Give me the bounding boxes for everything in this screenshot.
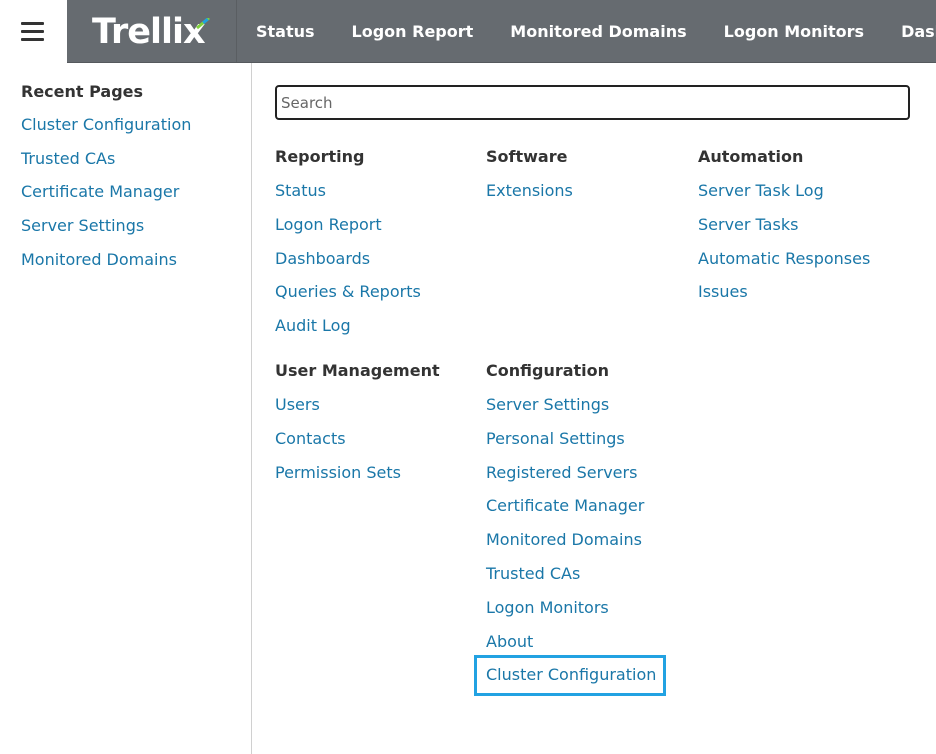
logo-text: Trellix [92, 12, 206, 52]
group-title-reporting: Reporting [275, 147, 365, 166]
menu-link-monitored-domains[interactable]: Monitored Domains [486, 530, 656, 564]
nav-item-logon-monitors[interactable]: Logon Monitors [724, 0, 864, 62]
search-input[interactable] [275, 85, 910, 120]
focus-highlight [474, 655, 666, 696]
recent-link-certificate-manager[interactable]: Certificate Manager [21, 182, 191, 216]
group-title-user-management: User Management [275, 361, 440, 380]
recent-link-server-settings[interactable]: Server Settings [21, 216, 191, 250]
menu-link-queries-reports[interactable]: Queries & Reports [275, 282, 421, 316]
menu-link-certificate-manager[interactable]: Certificate Manager [486, 496, 656, 530]
top-navigation-bar: Trellix Status Logon Report Monitored Do… [67, 0, 936, 63]
menu-link-users[interactable]: Users [275, 395, 440, 429]
group-title-automation: Automation [698, 147, 804, 166]
recent-link-cluster-configuration[interactable]: Cluster Configuration [21, 115, 191, 149]
header-divider [236, 0, 237, 62]
menu-link-logon-monitors[interactable]: Logon Monitors [486, 598, 656, 632]
menu-link-status[interactable]: Status [275, 181, 421, 215]
menu-group-configuration: Configuration Server Settings Personal S… [486, 361, 656, 699]
menu-link-trusted-cas[interactable]: Trusted CAs [486, 564, 656, 598]
group-title-software: Software [486, 147, 568, 166]
recent-pages-heading: Recent Pages [21, 82, 144, 101]
menu-link-issues[interactable]: Issues [698, 282, 870, 316]
group-title-configuration: Configuration [486, 361, 610, 380]
recent-pages-sidebar: Recent Pages Cluster Configuration Trust… [0, 63, 252, 754]
menu-link-registered-servers[interactable]: Registered Servers [486, 463, 656, 497]
nav-item-status[interactable]: Status [256, 0, 315, 62]
nav-item-monitored-domains[interactable]: Monitored Domains [510, 0, 686, 62]
recent-link-monitored-domains[interactable]: Monitored Domains [21, 250, 191, 284]
recent-pages-list: Cluster Configuration Trusted CAs Certif… [21, 115, 191, 283]
top-nav: Status Logon Report Monitored Domains Lo… [256, 0, 936, 62]
menu-link-personal-settings[interactable]: Personal Settings [486, 429, 656, 463]
nav-item-dashboards[interactable]: Dashboards [901, 0, 936, 62]
menu-link-server-tasks[interactable]: Server Tasks [698, 215, 870, 249]
menu-link-server-task-log[interactable]: Server Task Log [698, 181, 870, 215]
hamburger-menu-icon[interactable] [0, 0, 67, 63]
recent-link-trusted-cas[interactable]: Trusted CAs [21, 149, 191, 183]
nav-item-logon-report[interactable]: Logon Report [352, 0, 474, 62]
menu-link-logon-report[interactable]: Logon Report [275, 215, 421, 249]
trellix-logo[interactable]: Trellix [67, 0, 237, 62]
menu-group-automation: Automation Server Task Log Server Tasks … [698, 147, 870, 316]
menu-group-user-management: User Management Users Contacts Permissio… [275, 361, 440, 496]
menu-link-permission-sets[interactable]: Permission Sets [275, 463, 440, 497]
menu-link-extensions[interactable]: Extensions [486, 181, 573, 215]
menu-link-contacts[interactable]: Contacts [275, 429, 440, 463]
logo-mark-icon [196, 18, 210, 30]
menu-link-automatic-responses[interactable]: Automatic Responses [698, 249, 870, 283]
menu-link-audit-log[interactable]: Audit Log [275, 316, 421, 350]
menu-group-software: Software Extensions [486, 147, 573, 215]
menu-link-dashboards[interactable]: Dashboards [275, 249, 421, 283]
menu-link-server-settings[interactable]: Server Settings [486, 395, 656, 429]
menu-group-reporting: Reporting Status Logon Report Dashboards… [275, 147, 421, 350]
